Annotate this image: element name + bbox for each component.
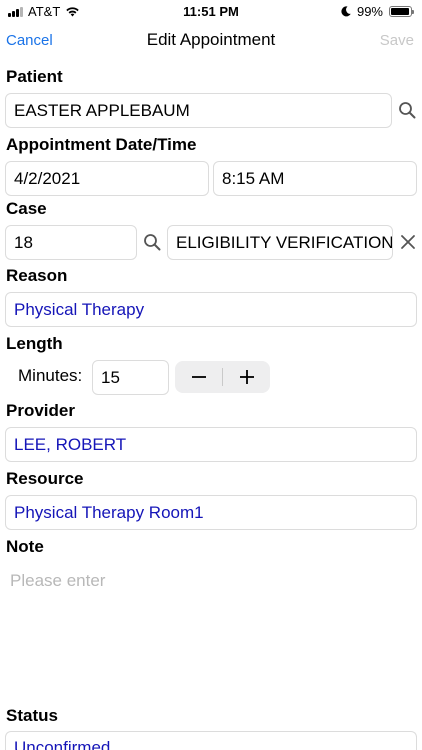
status-bar: AT&T 11:51 PM 99% [0,0,422,22]
minus-icon [191,376,206,378]
decrement-button[interactable] [175,361,222,393]
navigation-bar: Cancel Edit Appointment Save [0,22,422,60]
case-label: Case [6,199,47,218]
moon-icon [341,6,351,17]
case-description-field[interactable]: ELIGIBILITY VERIFICATION [167,225,393,260]
reason-field[interactable]: Physical Therapy [5,292,417,327]
page-title: Edit Appointment [146,30,276,49]
appointment-datetime-label: Appointment Date/Time [6,135,197,154]
resource-field[interactable]: Physical Therapy Room1 [5,495,417,530]
plus-icon [239,370,254,384]
battery-percent: 99% [356,4,383,19]
battery-icon [389,6,414,17]
appointment-date-field[interactable]: 4/2/2021 [5,161,209,196]
provider-label: Provider [6,401,75,420]
save-button[interactable]: Save [380,32,414,49]
status-field[interactable]: Unconfirmed [5,731,417,750]
resource-label: Resource [6,469,84,488]
minutes-label: Minutes: [18,366,83,385]
search-icon[interactable] [396,99,418,121]
increment-button[interactable] [223,361,270,393]
patient-label: Patient [6,67,63,86]
note-textarea[interactable]: Please enter [5,563,417,598]
search-icon[interactable] [141,231,163,253]
provider-field[interactable]: LEE, ROBERT [5,427,417,462]
close-icon[interactable] [397,231,419,253]
note-label: Note [6,537,44,556]
status-right: 99% [341,4,414,19]
minutes-stepper [175,361,270,393]
case-number-field[interactable]: 18 [5,225,137,260]
length-label: Length [6,334,63,353]
minutes-field[interactable]: 15 [92,360,169,395]
status-label: Status [6,706,58,725]
appointment-time-field[interactable]: 8:15 AM [213,161,417,196]
patient-field[interactable]: EASTER APPLEBAUM [5,93,392,128]
reason-label: Reason [6,266,68,285]
